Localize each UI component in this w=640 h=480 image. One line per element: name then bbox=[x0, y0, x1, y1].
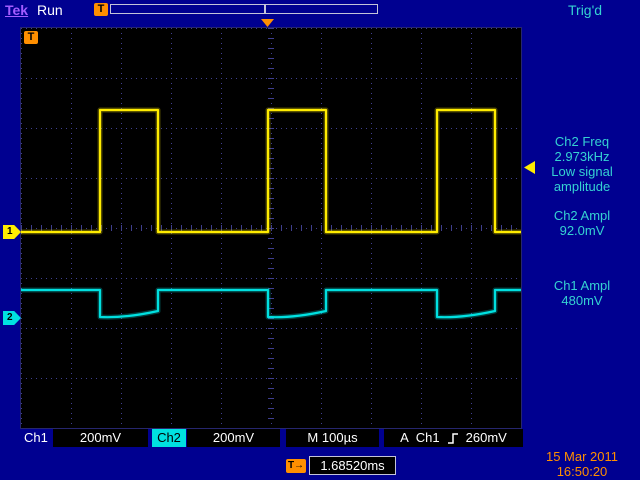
trigger-system-label: A bbox=[400, 429, 409, 447]
timebase-label: M bbox=[307, 430, 318, 445]
rising-edge-icon bbox=[447, 432, 459, 445]
trigger-time-marker: T bbox=[24, 31, 38, 44]
measurement-warning-line2: amplitude bbox=[524, 179, 640, 194]
trigger-position-badge: T→ bbox=[286, 459, 306, 473]
trigger-badge-icon: T bbox=[94, 3, 108, 16]
trigger-status: Trig'd bbox=[568, 2, 602, 18]
measurement-value: 92.0mV bbox=[524, 223, 640, 238]
timebase-value: 100µs bbox=[322, 430, 358, 445]
record-position-bar bbox=[110, 4, 378, 14]
measurement-label: Ch1 Ampl bbox=[524, 278, 640, 293]
waveform-area bbox=[21, 28, 521, 428]
measurement-label: Ch2 Freq bbox=[524, 134, 640, 149]
graticule-grid bbox=[21, 28, 521, 428]
ch1-scale-label: Ch1 bbox=[24, 429, 48, 447]
tek-logo: Tek bbox=[5, 2, 28, 18]
measurement-label: Ch2 Ampl bbox=[524, 208, 640, 223]
trigger-level-value: 260mV bbox=[466, 429, 507, 447]
date-label: 15 Mar 2011 bbox=[526, 449, 638, 464]
record-position-marker bbox=[264, 5, 266, 13]
trigger-delay-readout: 1.68520ms bbox=[309, 456, 396, 475]
ch1-ground-marker: 1 bbox=[3, 225, 21, 239]
trigger-readout: A Ch1 260mV bbox=[384, 429, 523, 447]
acquisition-status: Run bbox=[37, 2, 63, 18]
main-timebase: M 100µs bbox=[286, 429, 379, 447]
ch2-scale-badge: Ch2 bbox=[152, 429, 186, 447]
ch1-scale-value: 200mV bbox=[53, 429, 148, 447]
measurement-warning-line1: Low signal bbox=[524, 164, 640, 179]
measurement-ch2-freq: Ch2 Freq 2.973kHz Low signal amplitude bbox=[524, 134, 640, 194]
time-label: 16:50:20 bbox=[526, 464, 638, 479]
measurement-value: 2.973kHz bbox=[524, 149, 640, 164]
ch2-ground-marker: 2 bbox=[3, 311, 21, 325]
trigger-position-triangle-icon bbox=[261, 19, 274, 27]
measurement-ch2-ampl: Ch2 Ampl 92.0mV bbox=[524, 208, 640, 238]
measurement-ch1-ampl: Ch1 Ampl 480mV bbox=[524, 278, 640, 308]
datetime-readout: 15 Mar 2011 16:50:20 bbox=[526, 449, 638, 479]
scope-screen bbox=[20, 27, 522, 429]
ch2-scale-value: 200mV bbox=[187, 429, 280, 447]
measurement-value: 480mV bbox=[524, 293, 640, 308]
trigger-source: Ch1 bbox=[416, 429, 440, 447]
oscilloscope-display: Tek Run T Trig'd T 1 2 Ch2 Freq 2.973kHz… bbox=[0, 0, 640, 480]
